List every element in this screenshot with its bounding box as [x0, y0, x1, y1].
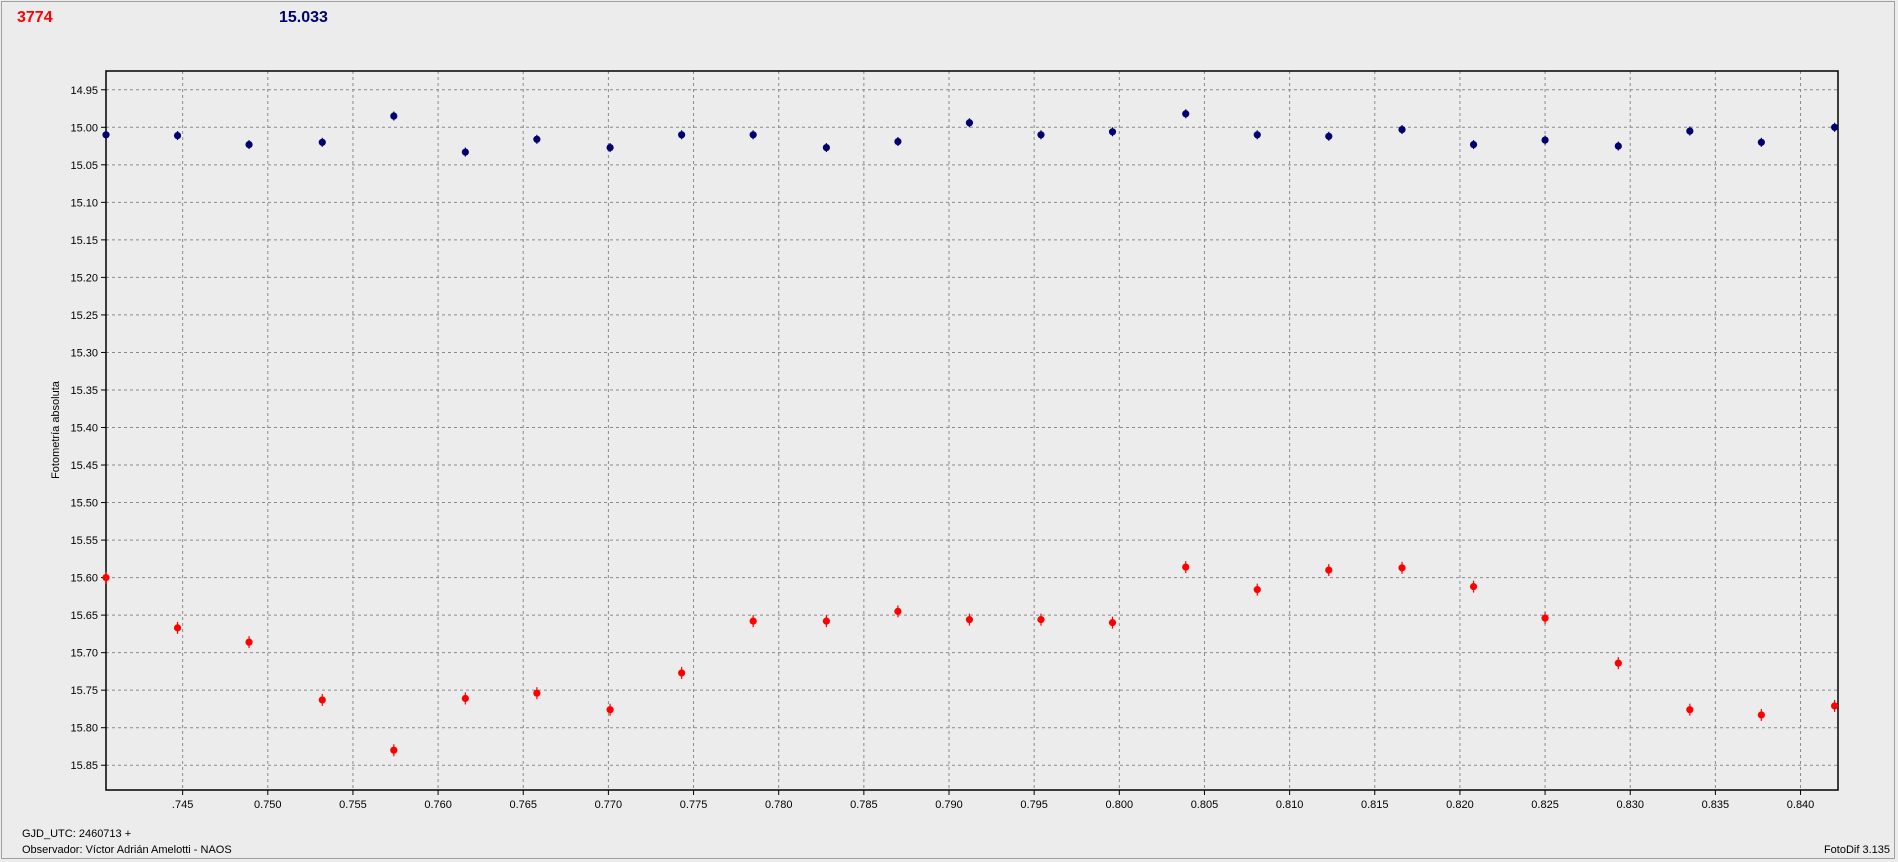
- y-tick-label: 15.85: [70, 760, 98, 772]
- y-tick-label: 15.10: [70, 197, 98, 209]
- plot-area-background: [106, 71, 1838, 790]
- x-tick-label: 0.840: [1787, 799, 1815, 811]
- x-tick-label: 0.780: [765, 799, 793, 811]
- data-point: [965, 119, 974, 127]
- data-point: [533, 689, 541, 697]
- data-point: [1686, 127, 1694, 135]
- x-tick-label: 0.825: [1531, 799, 1559, 811]
- data-point: [1325, 132, 1333, 140]
- data-point: [102, 574, 110, 582]
- data-point: [533, 135, 541, 143]
- data-point: [1757, 711, 1765, 719]
- data-point: [173, 624, 182, 632]
- data-point: [749, 617, 757, 625]
- data-point: [1830, 123, 1839, 131]
- data-point: [822, 143, 830, 152]
- y-tick-label: 15.70: [70, 648, 98, 660]
- x-tick-label: 0.785: [850, 799, 878, 811]
- observer-label: Observador: Víctor Adrián Amelotti - NAO…: [22, 844, 232, 856]
- y-tick-label: 15.25: [70, 310, 98, 322]
- data-point: [245, 140, 253, 149]
- data-point: [1469, 583, 1478, 591]
- x-tick-label: .745: [172, 799, 193, 811]
- y-tick-label: 15.20: [70, 272, 98, 284]
- data-point: [390, 746, 398, 754]
- data-point: [606, 143, 614, 152]
- data-point: [678, 131, 686, 139]
- data-point: [1325, 566, 1333, 574]
- data-point: [894, 607, 902, 615]
- data-point: [1686, 706, 1694, 714]
- data-point: [1037, 131, 1045, 139]
- y-tick-label: 15.05: [70, 160, 98, 172]
- data-point: [1182, 563, 1190, 571]
- x-tick-label: 0.830: [1616, 799, 1644, 811]
- data-point: [894, 137, 902, 146]
- data-point: [390, 112, 398, 120]
- data-point: [1398, 125, 1406, 134]
- x-tick-label: 0.795: [1020, 799, 1048, 811]
- x-tick-label: 0.810: [1276, 799, 1304, 811]
- data-point: [1398, 564, 1406, 572]
- x-tick-label: 0.750: [254, 799, 282, 811]
- data-point: [749, 131, 757, 139]
- data-point: [245, 638, 253, 646]
- data-point: [1541, 136, 1549, 144]
- x-tick-label: 0.760: [424, 799, 452, 811]
- y-tick-label: 15.80: [70, 723, 98, 735]
- y-tick-label: 14.95: [70, 85, 98, 97]
- x-tick-label: 0.775: [680, 799, 708, 811]
- y-tick-label: 15.55: [70, 535, 98, 547]
- data-point: [1757, 138, 1765, 146]
- x-tick-label: 0.755: [339, 799, 367, 811]
- x-tick-label: 0.770: [595, 799, 623, 811]
- x-tick-label: 0.765: [509, 799, 537, 811]
- epoch-label: GJD_UTC: 2460713 +: [22, 828, 132, 840]
- data-point: [1182, 110, 1190, 118]
- software-version-label: FotoDif 3.135: [1823, 844, 1890, 856]
- data-point: [461, 694, 469, 703]
- data-point: [1108, 128, 1117, 136]
- y-tick-label: 15.30: [70, 347, 98, 359]
- data-point: [822, 617, 830, 625]
- light-curve-chart: 14.95 15.00 15.05 15.10 15.15 15.20 15.25 15.30…: [70, 70, 1839, 811]
- data-point: [1830, 702, 1839, 710]
- data-point: [461, 148, 469, 156]
- y-tick-label: 15.50: [70, 498, 98, 510]
- y-tick-label: 15.65: [70, 610, 98, 622]
- y-tick-label: 15.00: [70, 122, 98, 134]
- data-point: [965, 616, 974, 624]
- data-point: [1614, 659, 1622, 667]
- data-point: [1108, 619, 1117, 627]
- data-point: [1037, 616, 1045, 624]
- x-tick-label: 0.820: [1446, 799, 1474, 811]
- data-point: [606, 706, 614, 714]
- data-point: [1469, 140, 1478, 149]
- y-tick-label: 15.45: [70, 460, 98, 472]
- data-point: [318, 138, 326, 146]
- x-tick-label: 0.815: [1361, 799, 1389, 811]
- y-tick-label: 15.60: [70, 573, 98, 585]
- data-point: [1253, 586, 1261, 594]
- y-tick-label: 15.40: [70, 422, 98, 434]
- data-point: [678, 669, 686, 677]
- data-point: [1614, 142, 1622, 150]
- data-point: [102, 131, 110, 139]
- y-tick-label: 15.35: [70, 385, 98, 397]
- y-tick-label: 15.75: [70, 685, 98, 697]
- x-tick-label: 0.790: [935, 799, 963, 811]
- x-tick-label: 0.805: [1191, 799, 1219, 811]
- data-point: [1253, 131, 1261, 139]
- y-tick-label: 15.15: [70, 235, 98, 247]
- x-tick-label: 0.835: [1702, 799, 1730, 811]
- x-tick-label: 0.800: [1106, 799, 1134, 811]
- data-point: [1541, 614, 1549, 622]
- y-axis-label: Fotometría absoluta: [50, 381, 62, 479]
- data-point: [318, 696, 326, 704]
- data-point: [173, 131, 182, 140]
